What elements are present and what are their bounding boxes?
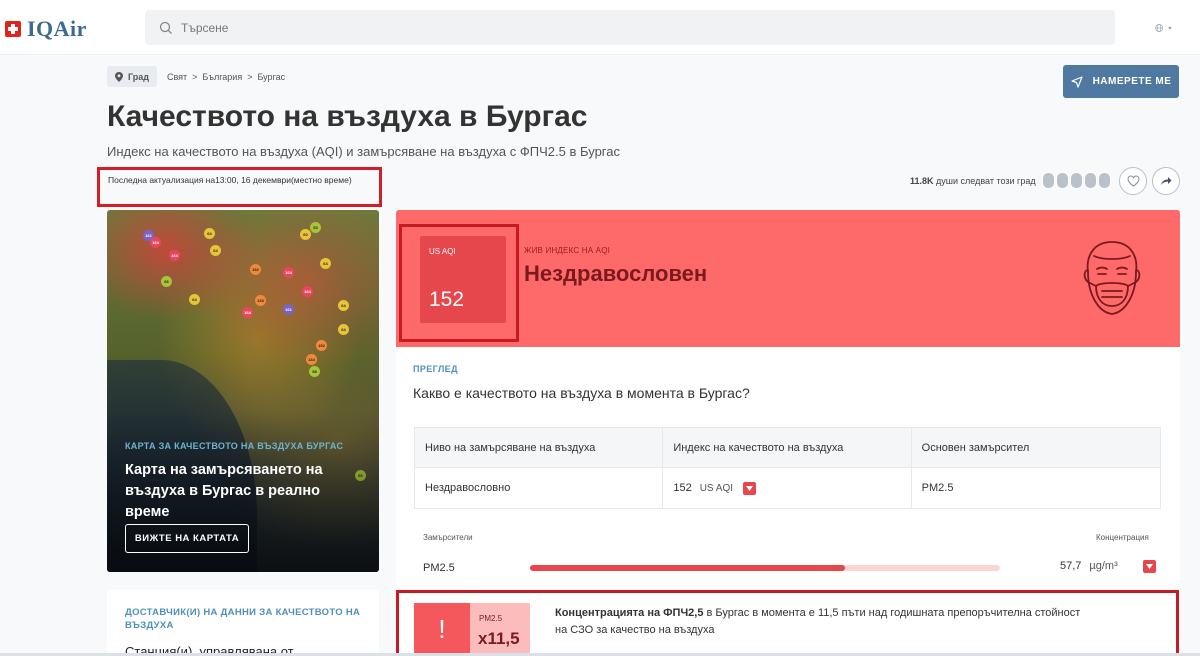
overview-question: Какво е качеството на въздуха в момента …: [413, 385, 750, 401]
alert-multiplier: x11,5: [478, 629, 520, 648]
aqi-cell: 152 US AQI: [663, 468, 912, 508]
pollution-level: Нездравословно: [415, 468, 664, 508]
followers-number: 11.8K: [910, 176, 934, 186]
map-station-dot[interactable]: 53: [310, 222, 321, 233]
provider-kicker: ДОСТАВЧИК(И) НА ДАННИ ЗА КАЧЕСТВОТО НА В…: [125, 607, 361, 631]
triangle-down-icon: [746, 485, 754, 491]
avatar: [1056, 172, 1069, 189]
find-me-label: НАМЕРЕТЕ МЕ: [1092, 76, 1172, 87]
pollutant-unit: µg/m³: [1089, 560, 1118, 572]
table-header-row: Ниво на замърсяване на въздуха Индекс на…: [415, 428, 1160, 468]
main-pollutant: PM2.5: [921, 482, 954, 494]
swiss-cross-icon: [5, 21, 21, 37]
map-station-dot[interactable]: 164: [302, 286, 313, 297]
follow-button[interactable]: [1119, 167, 1147, 195]
triangle-down-icon: [1146, 564, 1153, 569]
pollutant-name: PM2.5: [423, 562, 455, 574]
last-update: Последна актуализация на13:00, 16 декемв…: [97, 167, 382, 207]
map-station-dot[interactable]: 164: [169, 250, 180, 261]
map-station-dot[interactable]: 66: [161, 276, 172, 287]
search-bar[interactable]: [145, 10, 1115, 45]
who-multiplier-box: PM2.5 x11,5: [470, 603, 530, 656]
map-station-dot[interactable]: 60: [300, 229, 311, 240]
map-station-dot[interactable]: 164: [242, 307, 253, 318]
table-header: Индекс на качеството на въздуха: [663, 428, 912, 467]
alert-pm-label: PM2.5: [479, 614, 503, 623]
map-station-dot[interactable]: 64: [338, 324, 349, 335]
pollutants-label: Замърсители: [423, 533, 473, 542]
find-me-button[interactable]: НАМЕРЕТЕ МЕ: [1063, 65, 1179, 98]
avatar: [1084, 172, 1097, 189]
exclamation-icon: !: [414, 603, 470, 656]
avatar: [1042, 172, 1055, 189]
navigation-arrow-icon: [1070, 75, 1083, 88]
map-station-dot[interactable]: 64: [189, 294, 200, 305]
aqi-summary-table: Ниво на замърсяване на въздуха Индекс на…: [414, 427, 1161, 509]
map-station-dot[interactable]: 152: [316, 340, 327, 351]
aqi-trend-badge: [743, 481, 757, 495]
follower-avatars: [1042, 172, 1112, 189]
iqair-logo[interactable]: IQAir: [5, 16, 87, 42]
city-chip: Град: [107, 66, 157, 87]
search-input[interactable]: [181, 20, 781, 35]
pollutant-trend-badge: [1143, 560, 1156, 573]
avatar: [1070, 172, 1083, 189]
table-aqi-value: 152: [673, 482, 692, 494]
alert-text: Концентрацията на ФПЧ2,5 в Бургас в моме…: [555, 605, 1095, 639]
view-map-button[interactable]: ВИЖТЕ НА КАРТАТА: [125, 524, 249, 553]
live-aqi-label: ЖИВ ИНДЕКС НА AQI: [524, 246, 611, 255]
followers-count: 11.8K души следват този град: [910, 176, 1036, 186]
language-selector[interactable]: [1155, 19, 1173, 37]
pollutant-value: 57,7: [1060, 560, 1082, 572]
concentration-label: Концентрация: [1096, 533, 1149, 542]
map-card[interactable]: 161 164 164 64 64 53 60 64 66 152 164 16…: [107, 210, 379, 572]
location-pin-icon: [115, 71, 123, 82]
heart-icon: [1126, 175, 1140, 187]
aqi-status: Нездравословен: [524, 261, 708, 286]
data-provider-card: ДОСТАВЧИК(И) НА ДАННИ ЗА КАЧЕСТВОТО НА В…: [107, 590, 379, 656]
breadcrumb: Град Свят > България > Бургас: [107, 66, 285, 87]
map-station-dot[interactable]: 64: [338, 300, 349, 311]
share-arrow-icon: [1161, 177, 1172, 185]
map-station-dot[interactable]: 64: [210, 245, 221, 256]
overview-kicker: ПРЕГЛЕД: [413, 364, 458, 374]
map-station-dot[interactable]: 164: [283, 267, 294, 278]
aqi-value: 152: [429, 288, 465, 311]
aqi-box: US AQI 152: [420, 236, 506, 323]
pollutant-bar-track: [530, 565, 1000, 571]
city-chip-label: Град: [128, 71, 149, 82]
table-header: Ниво на замърсяване на въздуха: [415, 428, 664, 467]
pollutant-value-wrap: 57,7 µg/m³: [1060, 560, 1118, 572]
last-update-text: Последна актуализация на13:00, 16 декемв…: [108, 175, 352, 185]
avatar: [1098, 172, 1111, 189]
breadcrumb-path[interactable]: Свят > България > Бургас: [167, 72, 285, 82]
map-station-dot[interactable]: 64: [204, 228, 215, 239]
alert-text-bold: Концентрацията на ФПЧ2,5: [555, 607, 704, 619]
map-station-dot[interactable]: 164: [150, 237, 161, 248]
table-aqi-unit: US AQI: [699, 482, 734, 494]
aqi-unit-label: US AQI: [429, 247, 456, 256]
top-bar: IQAir: [0, 0, 1200, 55]
page-subtitle: Индекс на качеството на въздуха (AQI) и …: [107, 144, 620, 159]
page-title: Качеството на въздуха в Бургас: [107, 100, 588, 133]
table-row: Нездравословно 152 US AQI PM2.5: [415, 468, 1160, 508]
table-header: Основен замърсител: [921, 441, 1030, 454]
map-station-dot[interactable]: 64: [320, 258, 331, 269]
map-station-dot[interactable]: 58: [309, 366, 320, 377]
chevron-down-icon: [1168, 27, 1172, 30]
map-station-dot[interactable]: 134: [306, 354, 317, 365]
brand-name: IQAir: [27, 16, 87, 41]
map-title: Карта на замърсяването на въздуха в Бург…: [125, 462, 323, 520]
pollutant-bar-fill: [530, 565, 845, 571]
mask-face-icon: [1080, 236, 1144, 327]
map-station-dot[interactable]: 152: [250, 264, 261, 275]
map-kicker: КАРТА ЗА КАЧЕСТВОТО НА ВЪЗДУХА БУРГАС: [125, 441, 344, 451]
followers-text: души следват този град: [933, 176, 1036, 186]
share-button[interactable]: [1152, 167, 1180, 195]
globe-icon: [1155, 24, 1163, 32]
map-station-dot[interactable]: 161: [283, 304, 294, 315]
search-icon: [159, 21, 172, 34]
map-station-dot[interactable]: 133: [255, 295, 266, 306]
